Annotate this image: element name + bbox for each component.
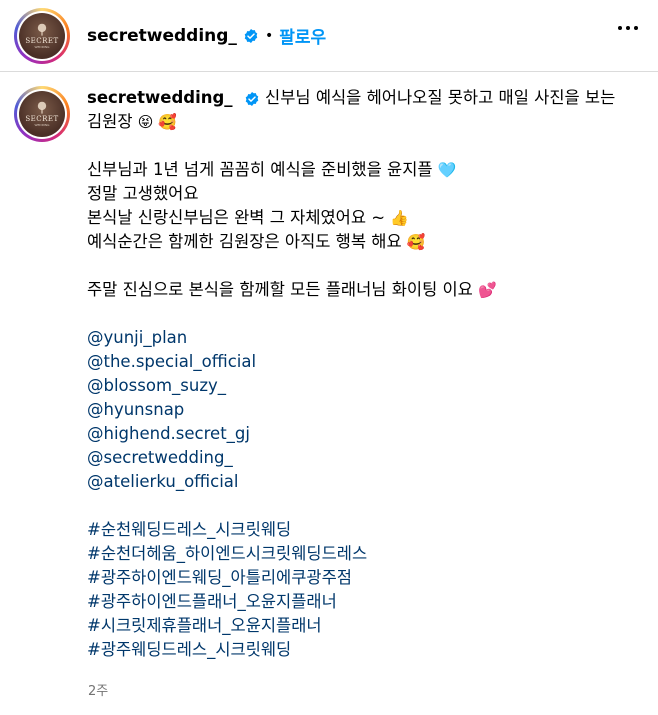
avatar[interactable]: SECRET WEDDING [19, 91, 65, 137]
tree-logo-icon [37, 101, 47, 114]
caption-line: 주말 진심으로 본식을 함께할 모든 플래너님 화이팅 이요 💕 [87, 278, 632, 302]
post-caption-row: SECRET WEDDING secretwedding_ 신부님 예식을 헤어… [14, 86, 644, 662]
tree-logo-icon [37, 23, 47, 36]
caption-line-text: 주말 진심으로 본식을 함께할 모든 플래너님 화이팅 이요 [87, 280, 473, 299]
caption-line-text: 신부님과 1년 넘게 꼼꼼히 예식을 준비했을 윤지플 [87, 160, 433, 179]
smiling-hearts-emoji: 🥰 [406, 233, 426, 251]
post-timestamp[interactable]: 2주 [88, 680, 108, 699]
hashtag-link[interactable]: #순천웨딩드레스_시크릿웨딩 [87, 518, 632, 542]
header-separator: • [264, 27, 274, 44]
caption-line: 신부님과 1년 넘게 꼼꼼히 예식을 준비했을 윤지플 🩵 [87, 158, 632, 182]
two-hearts-emoji: 💕 [478, 281, 497, 299]
mention-link[interactable]: @blossom_suzy_ [87, 374, 632, 398]
follow-button[interactable]: 팔로우 [279, 23, 326, 48]
mention-link[interactable]: @secretwedding_ [87, 446, 632, 470]
caption-username[interactable]: secretwedding_ [87, 88, 233, 107]
avatar-logo-subtext: WEDDING [34, 123, 50, 127]
avatar-logo-subtext: WEDDING [34, 44, 50, 49]
caption-line: 본식날 신랑신부님은 완벽 그 자체였어요 ~ 👍 [87, 206, 632, 230]
avatar-logo-text: SECRET [25, 36, 59, 45]
caption-line: 정말 고생했어요 [87, 182, 632, 206]
mention-link[interactable]: @the.special_official [87, 350, 632, 374]
mention-link[interactable]: @highend.secret_gj [87, 422, 632, 446]
post-header: SECRET WEDDING secretwedding_ • 팔로우 [0, 0, 658, 72]
header-username[interactable]: secretwedding_ [87, 26, 237, 46]
mention-link[interactable]: @yunji_plan [87, 326, 632, 350]
hashtag-link[interactable]: #광주하이엔드플래너_오윤지플래너 [87, 590, 632, 614]
mention-link[interactable]: @atelierku_official [87, 470, 632, 494]
mention-link[interactable]: @hyunsnap [87, 398, 632, 422]
caption-avatar-ring[interactable]: SECRET WEDDING [14, 86, 70, 142]
avatar-logo-text: SECRET [25, 115, 59, 123]
caption-line-text: 예식순간은 함께한 김원장은 아직도 행복 해요 [87, 232, 402, 251]
avatar[interactable]: SECRET WEDDING [19, 12, 65, 59]
caption-line-text: 정말 고생했어요 [87, 184, 199, 203]
caption-line-text: 본식날 신랑신부님은 완벽 그 자체였어요 ~ [87, 208, 386, 227]
profile-avatar-ring[interactable]: SECRET WEDDING [14, 7, 70, 64]
hashtag-link[interactable]: #시크릿제휴플래너_오윤지플래너 [87, 614, 632, 638]
thumbs-up-emoji: 👍 [390, 209, 410, 227]
caption-line1-emoji: 😝 🥰 [137, 113, 177, 131]
caption-text: secretwedding_ 신부님 예식을 헤어나오질 못하고 매일 사진을 … [87, 86, 632, 662]
hashtag-link[interactable]: #광주웨딩드레스_시크릿웨딩 [87, 638, 632, 662]
caption-first-line: secretwedding_ 신부님 예식을 헤어나오질 못하고 매일 사진을 … [87, 86, 632, 134]
verified-badge-icon [244, 28, 258, 43]
hashtag-link[interactable]: #순천더헤움_하이엔드시크릿웨딩드레스 [87, 542, 632, 566]
more-horizontal-icon[interactable] [618, 26, 638, 30]
light-blue-heart-emoji: 🩵 [437, 161, 457, 179]
caption-line: 예식순간은 함께한 김원장은 아직도 행복 해요 🥰 [87, 230, 632, 254]
hashtag-link[interactable]: #광주하이엔드웨딩_아틀리에쿠광주점 [87, 566, 632, 590]
verified-badge-icon [245, 91, 259, 106]
